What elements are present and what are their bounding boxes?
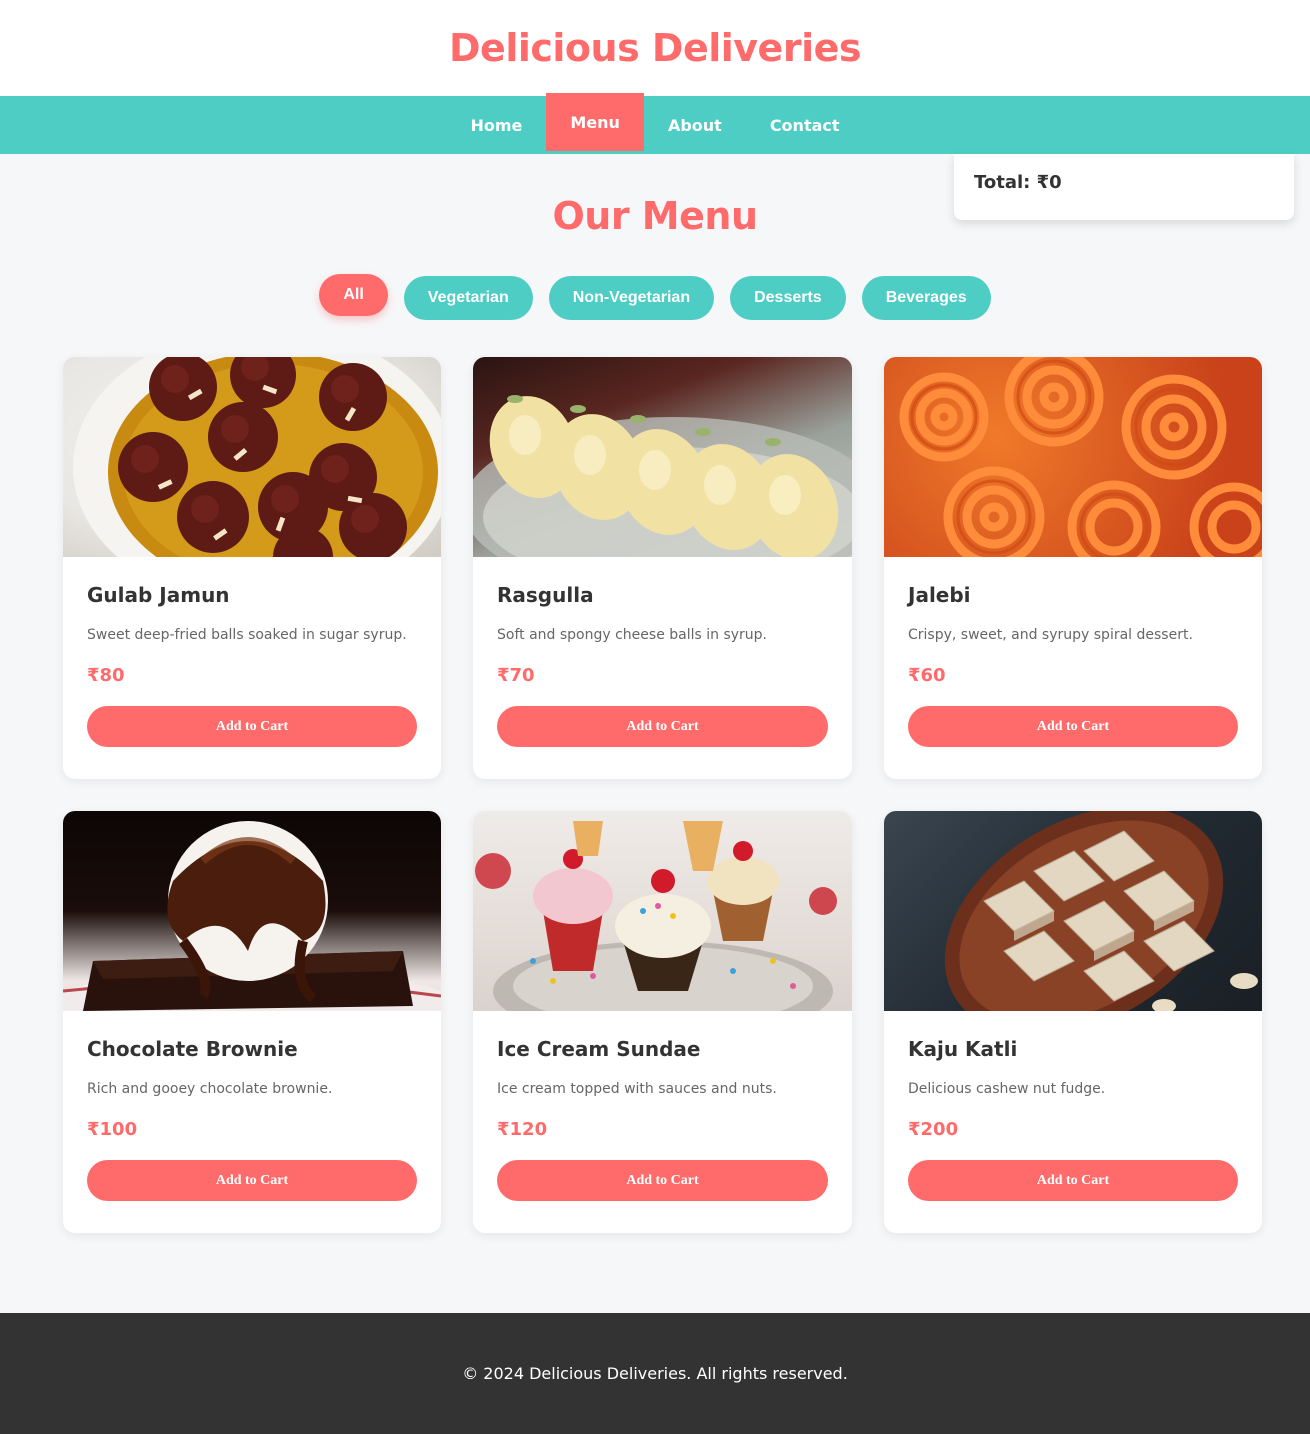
filter-bar: All Vegetarian Non-Vegetarian Desserts B… (0, 274, 1310, 320)
item-description: Soft and spongy cheese balls in syrup. (497, 627, 768, 643)
nav-item-home[interactable]: Home (446, 96, 546, 154)
menu-card: Jalebi Crispy, sweet, and syrupy spiral … (884, 357, 1262, 779)
item-price: ₹70 (497, 665, 535, 686)
add-to-cart-button[interactable]: Add to Cart (87, 706, 417, 747)
item-price: ₹80 (87, 665, 125, 686)
item-name: Kaju Katli (908, 1037, 1018, 1061)
jalebi-image (884, 357, 1262, 557)
filter-vegetarian-button[interactable]: Vegetarian (403, 276, 533, 320)
add-to-cart-button[interactable]: Add to Cart (87, 1160, 417, 1201)
menu-card: Kaju Katli Delicious cashew nut fudge. ₹… (884, 811, 1262, 1233)
site-header: Delicious Deliveries (0, 0, 1310, 96)
nav-item-about[interactable]: About (644, 96, 746, 154)
item-price: ₹60 (908, 665, 946, 686)
item-name: Chocolate Brownie (87, 1037, 298, 1061)
item-name: Ice Cream Sundae (497, 1037, 701, 1061)
add-to-cart-button[interactable]: Add to Cart (497, 706, 828, 747)
main-nav: Home Menu About Contact (0, 93, 1310, 154)
site-footer: © 2024 Delicious Deliveries. All rights … (0, 1313, 1310, 1434)
item-description: Delicious cashew nut fudge. (908, 1081, 1106, 1097)
item-price: ₹100 (87, 1119, 138, 1140)
item-name: Rasgulla (497, 583, 594, 607)
menu-card: Rasgulla Soft and spongy cheese balls in… (473, 357, 852, 779)
chocolate-brownie-image (63, 811, 441, 1011)
filter-desserts-button[interactable]: Desserts (730, 276, 846, 320)
add-to-cart-button[interactable]: Add to Cart (497, 1160, 828, 1201)
add-to-cart-button[interactable]: Add to Cart (908, 706, 1238, 747)
kaju-katli-image (884, 811, 1262, 1011)
item-price: ₹120 (497, 1119, 548, 1140)
copyright-text: © 2024 Delicious Deliveries. All rights … (462, 1364, 848, 1383)
item-price: ₹200 (908, 1119, 959, 1140)
filter-non-vegetarian-button[interactable]: Non-Vegetarian (548, 276, 715, 320)
nav-item-contact[interactable]: Contact (746, 96, 864, 154)
filter-beverages-button[interactable]: Beverages (861, 276, 991, 320)
menu-card: Chocolate Brownie Rich and gooey chocola… (63, 811, 441, 1233)
filter-all-button[interactable]: All (319, 274, 388, 316)
item-description: Crispy, sweet, and syrupy spiral dessert… (908, 627, 1193, 643)
site-title: Delicious Deliveries (449, 26, 862, 70)
item-description: Ice cream topped with sauces and nuts. (497, 1081, 777, 1097)
add-to-cart-button[interactable]: Add to Cart (908, 1160, 1238, 1201)
ice-cream-sundae-image (473, 811, 852, 1011)
cart-summary: Total: ₹0 (954, 154, 1294, 220)
cart-total: Total: ₹0 (974, 172, 1062, 193)
rasgulla-image (473, 357, 852, 557)
menu-card: Gulab Jamun Sweet deep-fried balls soake… (63, 357, 441, 779)
menu-grid: Gulab Jamun Sweet deep-fried balls soake… (63, 357, 1262, 1233)
item-description: Rich and gooey chocolate brownie. (87, 1081, 333, 1097)
item-description: Sweet deep-fried balls soaked in sugar s… (87, 627, 407, 643)
gulab-jamun-image (63, 357, 441, 557)
menu-card: Ice Cream Sundae Ice cream topped with s… (473, 811, 852, 1233)
item-name: Gulab Jamun (87, 583, 230, 607)
nav-item-menu[interactable]: Menu (546, 93, 644, 151)
item-name: Jalebi (908, 583, 971, 607)
